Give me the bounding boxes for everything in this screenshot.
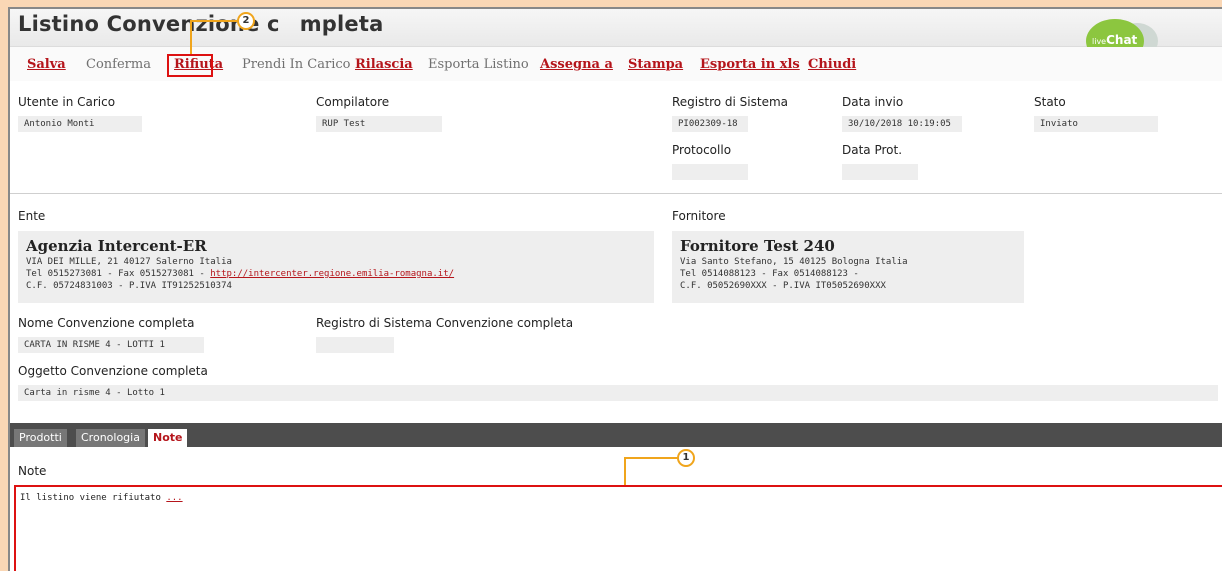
ente-label: Ente (18, 209, 46, 223)
ente-card: Agenzia Intercent-ER VIA DEI MILLE, 21 4… (18, 231, 654, 303)
protocollo-value (672, 164, 748, 180)
esporta-listino-button[interactable]: Esporta Listino (428, 57, 529, 72)
section-divider (10, 193, 1222, 194)
data-invio-label: Data invio (842, 95, 904, 109)
nome-convenzione-value: CARTA IN RISME 4 - LOTTI 1 (18, 337, 204, 353)
registro-convenzione-label: Registro di Sistema Convenzione completa (316, 316, 574, 330)
protocollo-label: Protocollo (672, 143, 732, 157)
note-text: Il listino viene rifiutato ... (20, 493, 183, 503)
data-prot-label: Data Prot. (842, 143, 903, 157)
callout-1-line-horizontal (624, 457, 680, 459)
oggetto-convenzione-value: Carta in risme 4 - Lotto 1 (18, 385, 1218, 401)
ente-website-link[interactable]: http://intercenter.regione.emilia-romagn… (210, 269, 454, 279)
livechat-small-label: live (1092, 37, 1107, 46)
fornitore-fiscal: C.F. 05052690XXX - P.IVA IT05052690XXX (680, 281, 886, 291)
note-text-content: Il listino viene rifiutato (20, 493, 167, 503)
rifiuta-highlight-box (167, 54, 213, 77)
prendi-in-carico-button[interactable]: Prendi In Carico (242, 57, 350, 72)
note-label: Note (18, 464, 47, 478)
fornitore-phone: Tel 0514088123 - Fax 0514088123 - (680, 269, 859, 279)
stato-value: Inviato (1034, 116, 1158, 132)
data-prot-value (842, 164, 918, 180)
salva-button[interactable]: Salva (27, 57, 66, 72)
tabs-bar: Prodotti Cronologia Note (10, 423, 1222, 447)
ente-phone: Tel 0515273081 - Fax 0515273081 - (26, 269, 211, 279)
callout-2-line-vertical (190, 20, 192, 54)
ente-name: Agenzia Intercent-ER (26, 237, 207, 255)
callout-2-line-horizontal (190, 20, 238, 22)
utente-in-carico-label: Utente in Carico (18, 95, 116, 109)
fornitore-label: Fornitore (672, 209, 726, 223)
ente-phone-line: Tel 0515273081 - Fax 0515273081 - http:/… (26, 269, 646, 279)
livechat-big-label: Chat (1106, 33, 1138, 47)
utente-in-carico-value: Antonio Monti (18, 116, 142, 132)
page-title-right: mpleta (299, 12, 384, 36)
registro-convenzione-value (316, 337, 394, 353)
assegna-a-button[interactable]: Assegna a (540, 57, 613, 72)
note-textarea[interactable]: Il listino viene rifiutato ... (14, 485, 1222, 571)
rilascia-button[interactable]: Rilascia (355, 57, 413, 72)
compilatore-label: Compilatore (316, 95, 390, 109)
chiudi-button[interactable]: Chiudi (808, 57, 856, 72)
esporta-xls-button[interactable]: Esporta in xls (700, 57, 800, 72)
livechat-label: liveChat (1092, 33, 1137, 47)
registro-di-sistema-label: Registro di Sistema (672, 95, 789, 109)
stampa-button[interactable]: Stampa (628, 57, 683, 72)
page-frame: Listino Convenzione c mpleta liveChat Sal… (8, 7, 1222, 571)
ente-address: VIA DEI MILLE, 21 40127 Salerno Italia (26, 257, 232, 267)
ente-fiscal: C.F. 05724831003 - P.IVA IT91252510374 (26, 281, 232, 291)
compilatore-value: RUP Test (316, 116, 442, 132)
conferma-button[interactable]: Conferma (86, 57, 151, 72)
callout-1-badge: 1 (677, 449, 695, 467)
tab-prodotti[interactable]: Prodotti (14, 429, 67, 447)
nome-convenzione-label: Nome Convenzione completa (18, 316, 195, 330)
fornitore-card: Fornitore Test 240 Via Santo Stefano, 15… (672, 231, 1024, 303)
callout-2-badge: 2 (237, 12, 255, 30)
note-text-ellipsis: ... (166, 493, 183, 503)
tab-cronologia[interactable]: Cronologia (76, 429, 145, 447)
callout-1-line-vertical (624, 457, 626, 485)
fornitore-address: Via Santo Stefano, 15 40125 Bologna Ital… (680, 257, 908, 267)
oggetto-convenzione-label: Oggetto Convenzione completa (18, 364, 208, 378)
registro-di-sistema-value: PI002309-18 (672, 116, 748, 132)
tab-note[interactable]: Note (148, 429, 188, 447)
data-invio-value: 30/10/2018 10:19:05 (842, 116, 962, 132)
stato-label: Stato (1034, 95, 1066, 109)
page-title: Listino Convenzione c mpleta (18, 12, 383, 36)
fornitore-name: Fornitore Test 240 (680, 237, 835, 255)
